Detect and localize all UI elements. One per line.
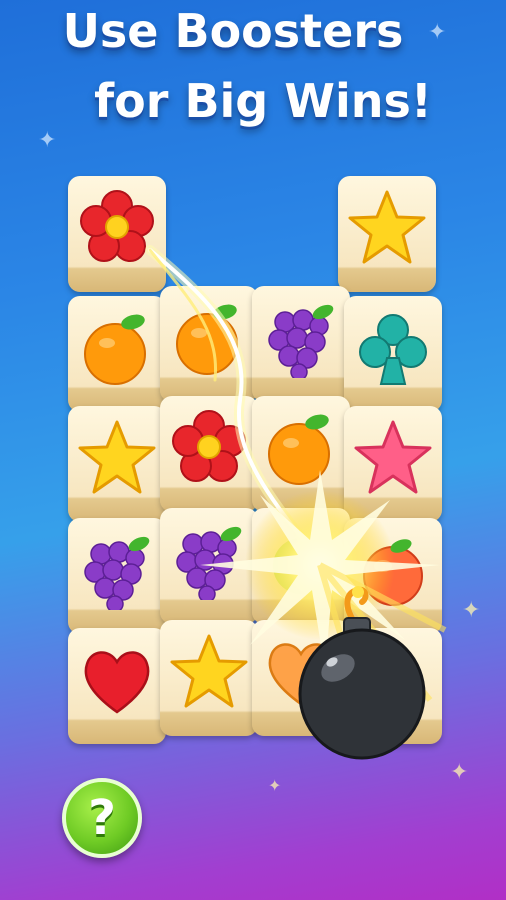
sparkle-icon: ✦	[268, 776, 282, 795]
headline-line-1: Use Boosters	[62, 4, 404, 58]
tile-star[interactable]	[338, 176, 436, 292]
tile-star[interactable]	[160, 620, 258, 736]
tile-flower[interactable]	[68, 176, 166, 292]
headline-line-2: for Big Wins!	[94, 74, 432, 128]
orange-icon	[176, 304, 238, 375]
orange-icon	[268, 414, 330, 485]
tile-club[interactable]	[344, 296, 442, 412]
orange-icon	[84, 314, 146, 385]
sparkle-icon: ✦	[450, 760, 469, 785]
help-button[interactable]: ?	[62, 778, 142, 858]
pink-star-icon	[354, 420, 432, 494]
star-icon	[170, 634, 248, 708]
tile-grapes[interactable]	[252, 286, 350, 402]
club-icon	[359, 314, 427, 385]
star-icon	[348, 190, 426, 264]
heart-icon	[84, 651, 150, 714]
tile-grapes[interactable]	[68, 518, 166, 634]
flower-icon	[172, 410, 246, 482]
bomb-icon[interactable]	[292, 582, 442, 762]
grapes-icon	[268, 304, 334, 378]
tile-grapes[interactable]	[160, 508, 258, 624]
tile-heart[interactable]	[68, 628, 166, 744]
sparkle-icon: ✦	[38, 128, 57, 153]
star-icon	[78, 420, 156, 494]
tile-flower[interactable]	[160, 396, 258, 512]
sparkle-icon: ✦	[462, 598, 481, 623]
tile-orange[interactable]	[68, 296, 166, 412]
tile-orange[interactable]	[252, 396, 350, 512]
tile-star[interactable]	[68, 406, 166, 522]
help-button-label: ?	[88, 790, 116, 846]
tile-pink-star[interactable]	[344, 406, 442, 522]
tile-orange[interactable]	[160, 286, 258, 402]
grapes-icon	[84, 536, 150, 610]
flower-icon	[80, 190, 154, 262]
grapes-icon	[176, 526, 242, 600]
